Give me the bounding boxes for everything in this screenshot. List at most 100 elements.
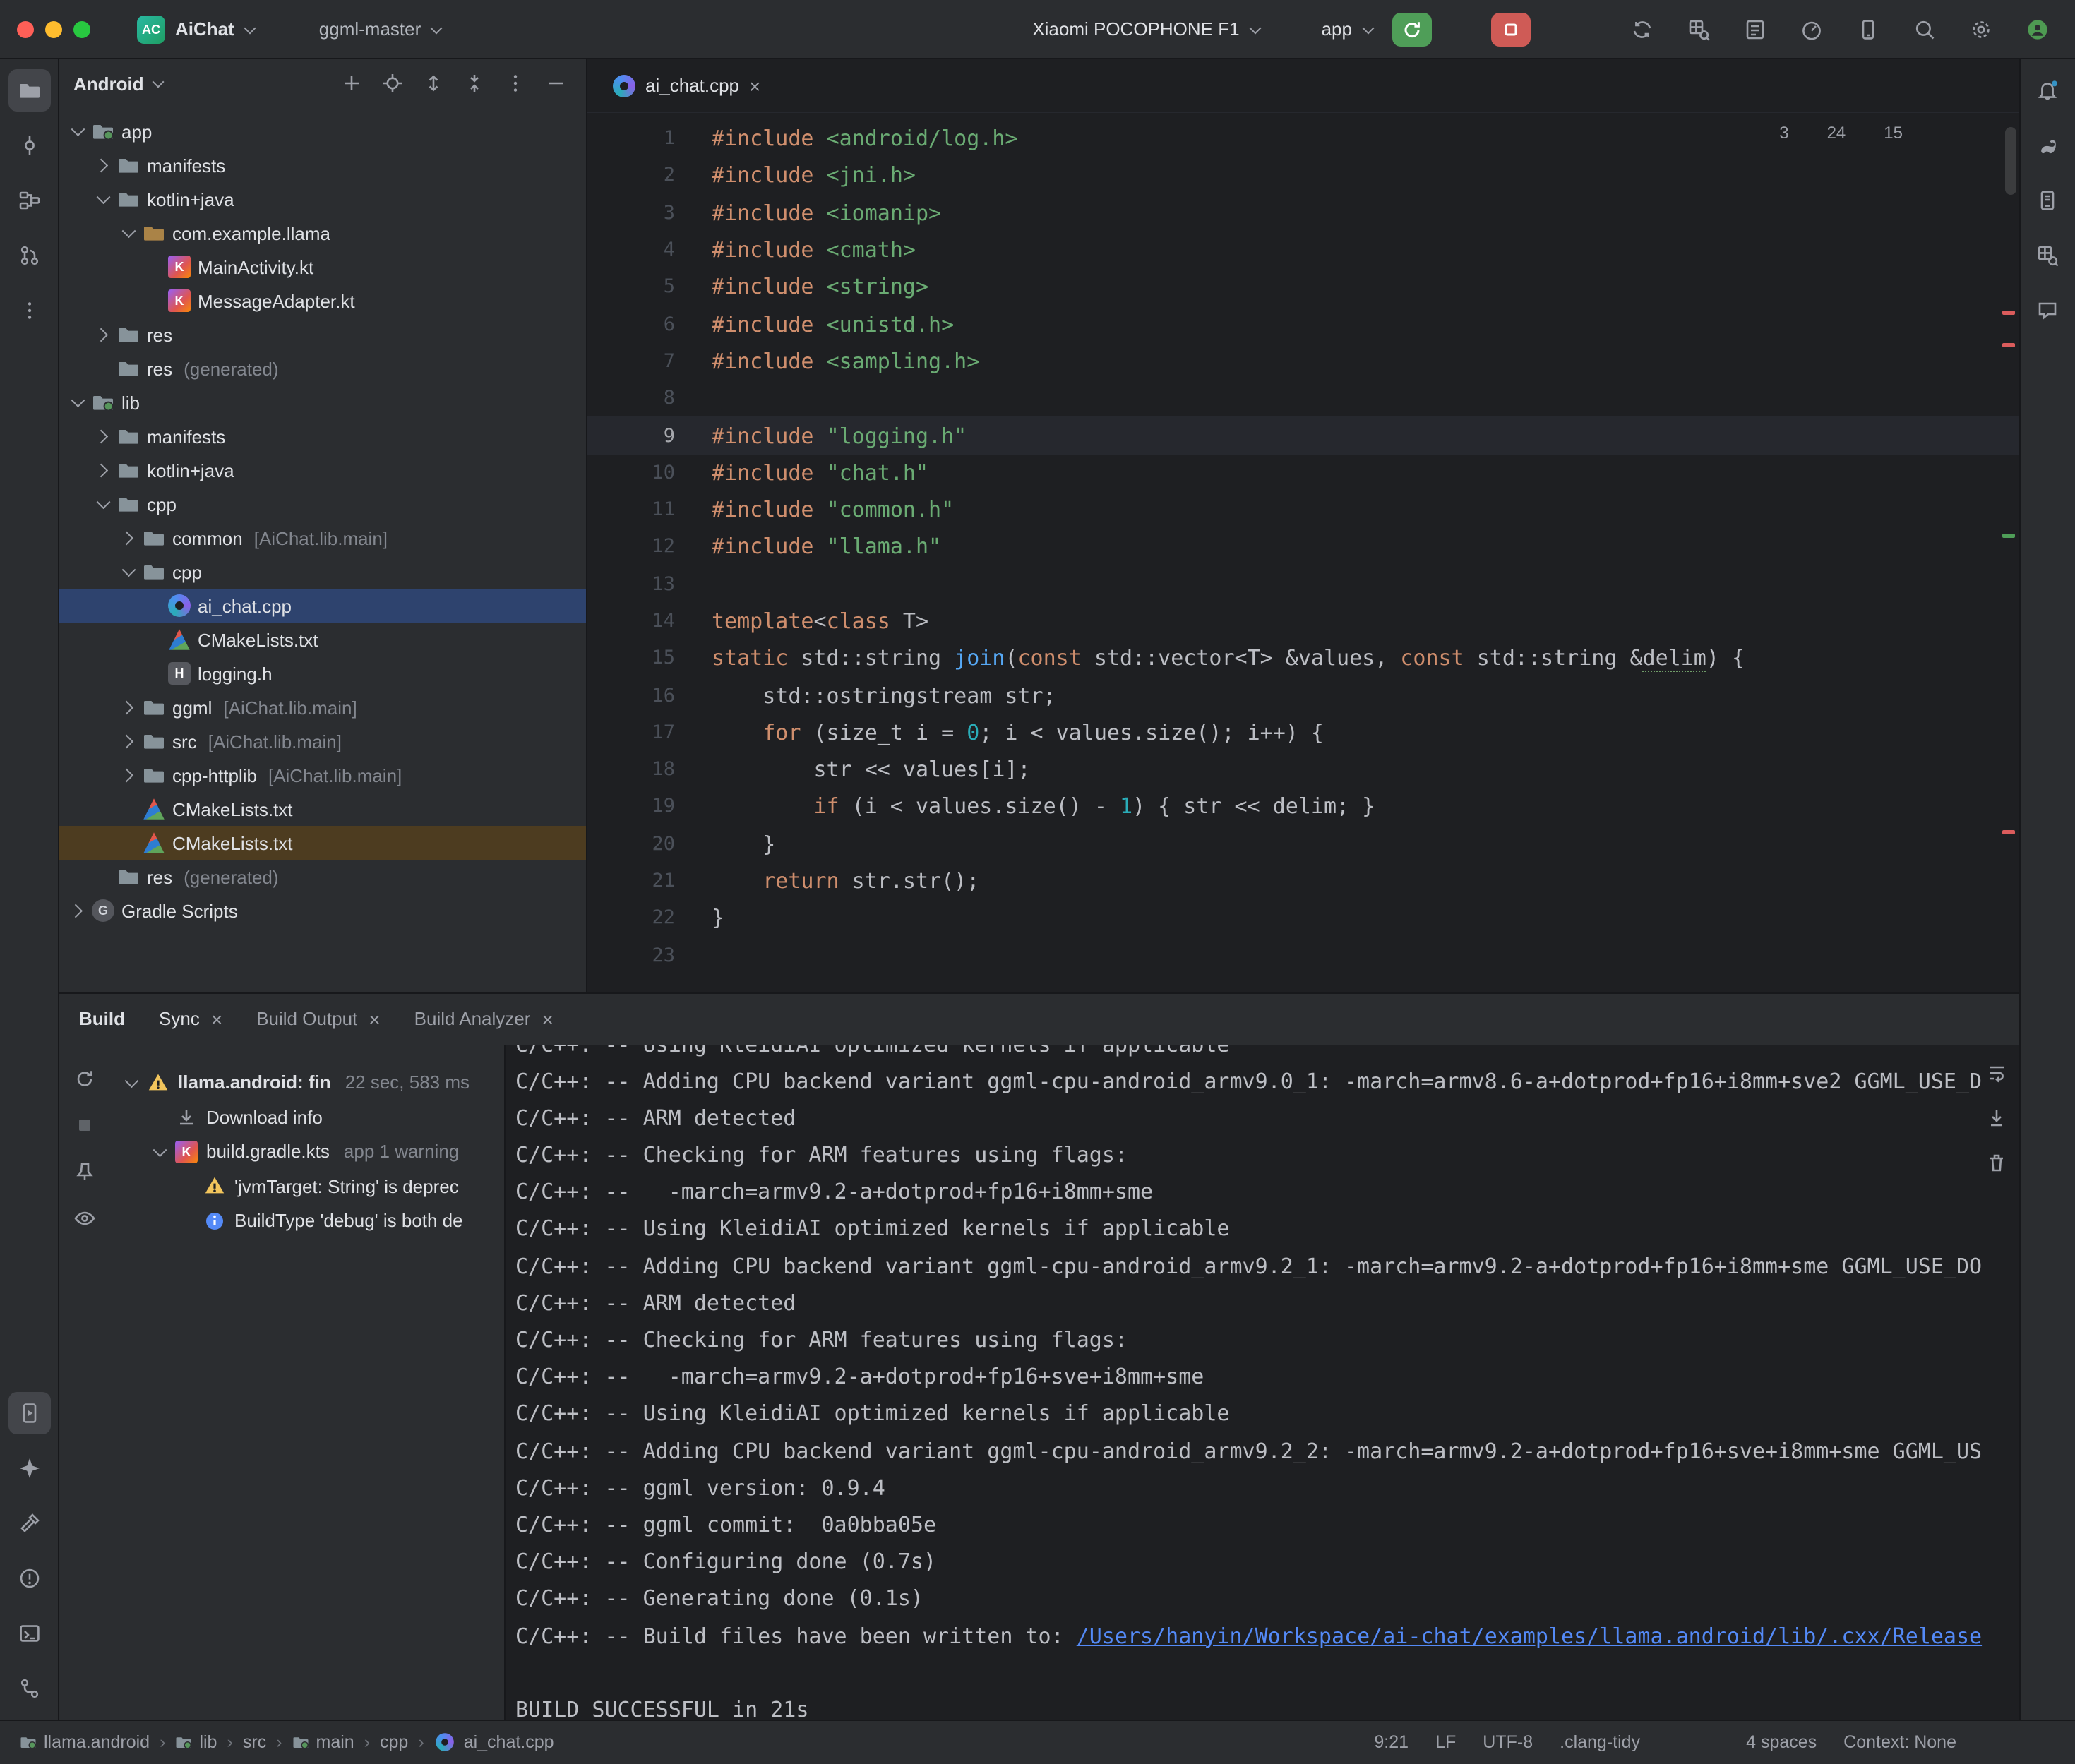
project-tree-item[interactable]: cpp bbox=[59, 555, 586, 589]
kebab-icon[interactable] bbox=[8, 289, 50, 332]
scrollend-icon[interactable] bbox=[1980, 1102, 2011, 1133]
vcs-branch-widget[interactable]: ggml-master bbox=[277, 12, 453, 46]
file-encoding[interactable]: UTF-8 bbox=[1483, 1732, 1533, 1752]
build-tab-build-output[interactable]: Build Output× bbox=[256, 1008, 380, 1029]
expand-all-icon[interactable] bbox=[418, 68, 449, 99]
breadcrumb-item[interactable]: src bbox=[243, 1732, 266, 1752]
code-line[interactable]: 4#include <cmath> bbox=[587, 232, 2019, 269]
project-widget[interactable]: AC AiChat bbox=[127, 9, 265, 49]
stop-button[interactable] bbox=[1490, 12, 1530, 46]
code-line[interactable]: 15static std::string join(const std::vec… bbox=[587, 640, 2019, 677]
close-tab-icon[interactable]: × bbox=[211, 1009, 222, 1028]
code-line[interactable]: 13 bbox=[587, 565, 2019, 603]
project-tree-item[interactable]: kotlin+java bbox=[59, 182, 586, 216]
line-number[interactable]: 2 bbox=[587, 164, 675, 187]
chevron-right-icon[interactable] bbox=[96, 463, 110, 477]
code-line[interactable]: 12#include "llama.h" bbox=[587, 529, 2019, 566]
project-tree-item[interactable]: ggml[AiChat.lib.main] bbox=[59, 690, 586, 724]
pull-requests-icon[interactable] bbox=[8, 234, 50, 277]
code-line[interactable]: 23 bbox=[587, 937, 2019, 974]
device-selector[interactable]: Xiaomi POCOPHONE F1 bbox=[990, 12, 1270, 46]
commit-icon[interactable] bbox=[8, 124, 50, 167]
running-devices-icon[interactable] bbox=[8, 1391, 50, 1434]
profiler-icon[interactable] bbox=[1790, 8, 1832, 50]
close-tab-icon[interactable]: × bbox=[542, 1009, 553, 1028]
change-stripe-mark[interactable] bbox=[2002, 534, 2014, 538]
more-actions-button[interactable] bbox=[1538, 8, 1581, 50]
line-number[interactable]: 17 bbox=[587, 721, 675, 744]
breadcrumb-item[interactable]: ai_chat.cpp bbox=[434, 1731, 554, 1753]
notifications-icon[interactable] bbox=[2026, 69, 2069, 112]
error-stripe-mark[interactable] bbox=[2002, 830, 2014, 834]
code-line[interactable]: 8 bbox=[587, 380, 2019, 417]
project-tree-item[interactable]: app bbox=[59, 114, 586, 148]
code-line[interactable]: 17 for (size_t i = 0; i < values.size();… bbox=[587, 714, 2019, 752]
line-number[interactable]: 18 bbox=[587, 758, 675, 781]
kebab-icon[interactable] bbox=[1937, 1007, 1959, 1030]
project-tree-item[interactable]: cpp bbox=[59, 487, 586, 521]
chevron-right-icon[interactable] bbox=[121, 531, 136, 545]
project-tree-item[interactable]: CMakeLists.txt bbox=[59, 826, 586, 860]
caret-position[interactable]: 9:21 bbox=[1374, 1732, 1409, 1752]
chevron-down-icon[interactable] bbox=[121, 565, 136, 579]
code-line[interactable]: 18 str << values[i]; bbox=[587, 751, 2019, 788]
project-tree-item[interactable]: CMakeLists.txt bbox=[59, 792, 586, 826]
line-number[interactable]: 12 bbox=[587, 536, 675, 558]
project-tree-item[interactable]: Hlogging.h bbox=[59, 656, 586, 690]
line-number[interactable]: 15 bbox=[587, 647, 675, 670]
project-tree-item[interactable]: common[AiChat.lib.main] bbox=[59, 521, 586, 555]
project-icon[interactable] bbox=[8, 69, 50, 112]
project-tree-item[interactable]: com.example.llama bbox=[59, 216, 586, 250]
project-tree-item[interactable]: res bbox=[59, 318, 586, 352]
assistant-icon[interactable] bbox=[2026, 289, 2069, 332]
device-manager-icon[interactable] bbox=[1846, 8, 1889, 50]
project-tree-item[interactable]: ai_chat.cpp bbox=[59, 589, 586, 623]
project-tree-item[interactable]: kotlin+java bbox=[59, 453, 586, 487]
chevron-down-icon[interactable] bbox=[71, 395, 85, 409]
chevron-right-icon[interactable] bbox=[71, 904, 85, 918]
chevron-down-icon[interactable] bbox=[124, 1076, 138, 1090]
chevron-down-icon[interactable] bbox=[153, 1145, 167, 1159]
code-line[interactable]: 20 } bbox=[587, 825, 2019, 863]
code-line[interactable]: 14template<class T> bbox=[587, 603, 2019, 640]
settings-icon[interactable] bbox=[1959, 8, 2002, 50]
run-button[interactable] bbox=[1392, 12, 1431, 46]
layout-inspector-icon[interactable] bbox=[2026, 234, 2069, 277]
project-tree-item[interactable]: KMainActivity.kt bbox=[59, 250, 586, 284]
chevron-right-icon[interactable] bbox=[96, 328, 110, 342]
problems-icon[interactable] bbox=[8, 1556, 50, 1599]
breadcrumb-item[interactable]: llama.android bbox=[20, 1732, 150, 1752]
errors-indicator[interactable]: 3 bbox=[1754, 123, 1788, 143]
sync-project-icon[interactable] bbox=[1620, 8, 1663, 50]
build-tree-item[interactable]: 'jvmTarget: String' is deprec bbox=[110, 1169, 504, 1204]
editor-tab[interactable]: ai_chat.cpp × bbox=[596, 59, 777, 112]
console-path-link[interactable]: /Users/hanyin/Workspace/ai-chat/examples… bbox=[1077, 1623, 1982, 1648]
rerun-icon[interactable] bbox=[69, 1062, 100, 1093]
code-line[interactable]: 11#include "common.h" bbox=[587, 491, 2019, 529]
layout-inspector-icon[interactable] bbox=[1677, 8, 1719, 50]
error-stripe-mark[interactable] bbox=[2002, 343, 2014, 347]
chevron-right-icon[interactable] bbox=[96, 158, 110, 172]
project-tree-item[interactable]: src[AiChat.lib.main] bbox=[59, 724, 586, 758]
pin-icon[interactable] bbox=[69, 1156, 100, 1187]
gemini-icon[interactable] bbox=[8, 1446, 50, 1489]
line-number[interactable]: 14 bbox=[587, 610, 675, 632]
code-line[interactable]: 5#include <string> bbox=[587, 268, 2019, 306]
error-stripe-mark[interactable] bbox=[2002, 311, 2014, 315]
project-tree-item[interactable]: KMessageAdapter.kt bbox=[59, 284, 586, 318]
build-tab-sync[interactable]: Sync× bbox=[159, 1008, 222, 1029]
code-line[interactable]: 9#include "logging.h" bbox=[587, 417, 2019, 455]
code-line[interactable]: 2#include <jni.h> bbox=[587, 157, 2019, 195]
clear-icon[interactable] bbox=[1980, 1147, 2011, 1178]
minimize-window-button[interactable] bbox=[45, 20, 62, 37]
code-line[interactable]: 10#include "chat.h" bbox=[587, 454, 2019, 491]
build-console[interactable]: C/C++: -- Using KleidiAI optimized kerne… bbox=[504, 1044, 2019, 1719]
inspections-settings[interactable] bbox=[1667, 1731, 1690, 1753]
add-icon[interactable] bbox=[336, 68, 367, 99]
line-number[interactable]: 13 bbox=[587, 572, 675, 595]
fullscreen-window-button[interactable] bbox=[73, 20, 90, 37]
build-tab-build-analyzer[interactable]: Build Analyzer× bbox=[414, 1008, 554, 1029]
search-icon[interactable] bbox=[1903, 8, 1945, 50]
code-line[interactable]: 21 return str.str(); bbox=[587, 863, 2019, 900]
line-number[interactable]: 10 bbox=[587, 462, 675, 484]
